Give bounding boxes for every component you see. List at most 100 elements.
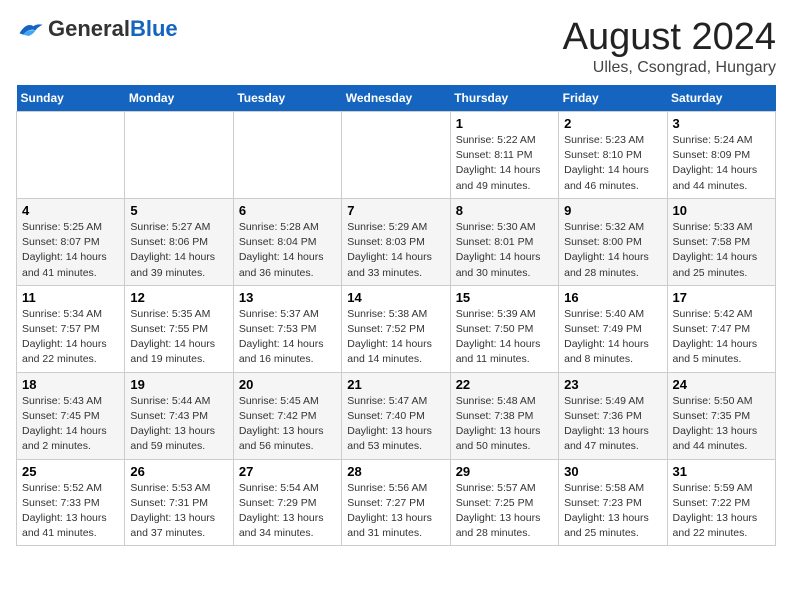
day-info: Sunrise: 5:25 AM Sunset: 8:07 PM Dayligh… bbox=[22, 220, 119, 281]
table-row: 19Sunrise: 5:44 AM Sunset: 7:43 PM Dayli… bbox=[125, 372, 233, 459]
table-row: 27Sunrise: 5:54 AM Sunset: 7:29 PM Dayli… bbox=[233, 459, 341, 546]
day-number: 30 bbox=[564, 464, 661, 479]
day-number: 13 bbox=[239, 290, 336, 305]
day-number: 5 bbox=[130, 203, 227, 218]
calendar-week-row: 18 Sunrise: 5:43 AM Sunset: 7:45 PM Dayli… bbox=[17, 372, 776, 459]
day-info: Sunrise: 5:43 AM Sunset: 7:45 PM Dayligh… bbox=[22, 394, 119, 455]
table-row: 21 Sunrise: 5:47 AM Sunset: 7:40 PM Dayli… bbox=[342, 372, 450, 459]
day-number: 25 bbox=[22, 464, 119, 479]
day-number: 26 bbox=[130, 464, 227, 479]
day-number: 2 bbox=[564, 116, 661, 131]
table-row: 13 Sunrise: 5:37 AM Sunset: 7:53 PM Dayli… bbox=[233, 285, 341, 372]
day-info: Sunrise: 5:44 AM Sunset: 7:43 PM Dayligh… bbox=[130, 394, 227, 455]
table-row: 4 Sunrise: 5:25 AM Sunset: 8:07 PM Daylig… bbox=[17, 198, 125, 285]
day-info: Sunrise: 5:35 AM Sunset: 7:55 PM Dayligh… bbox=[130, 307, 227, 368]
table-row: 23 Sunrise: 5:49 AM Sunset: 7:36 PM Dayli… bbox=[559, 372, 667, 459]
page-title: August 2024 bbox=[563, 16, 776, 59]
col-monday: Monday bbox=[125, 85, 233, 112]
table-row bbox=[125, 112, 233, 199]
col-tuesday: Tuesday bbox=[233, 85, 341, 112]
day-info: Sunrise: 5:39 AM Sunset: 7:50 PM Dayligh… bbox=[456, 307, 553, 368]
day-info: Sunrise: 5:28 AM Sunset: 8:04 PM Dayligh… bbox=[239, 220, 336, 281]
day-info: Sunrise: 5:23 AM Sunset: 8:10 PM Dayligh… bbox=[564, 133, 661, 194]
day-number: 8 bbox=[456, 203, 553, 218]
day-number: 31 bbox=[673, 464, 770, 479]
day-number: 14 bbox=[347, 290, 444, 305]
table-row: 3Sunrise: 5:24 AM Sunset: 8:09 PM Daylig… bbox=[667, 112, 775, 199]
day-info: Sunrise: 5:24 AM Sunset: 8:09 PM Dayligh… bbox=[673, 133, 770, 194]
table-row: 18 Sunrise: 5:43 AM Sunset: 7:45 PM Dayli… bbox=[17, 372, 125, 459]
table-row: 5 Sunrise: 5:27 AM Sunset: 8:06 PM Daylig… bbox=[125, 198, 233, 285]
day-number: 24 bbox=[673, 377, 770, 392]
day-number: 9 bbox=[564, 203, 661, 218]
day-info: Sunrise: 5:37 AM Sunset: 7:53 PM Dayligh… bbox=[239, 307, 336, 368]
day-info: Sunrise: 5:29 AM Sunset: 8:03 PM Dayligh… bbox=[347, 220, 444, 281]
col-friday: Friday bbox=[559, 85, 667, 112]
calendar-week-row: 1 Sunrise: 5:22 AM Sunset: 8:11 PM Daylig… bbox=[17, 112, 776, 199]
table-row: 14 Sunrise: 5:38 AM Sunset: 7:52 PM Dayli… bbox=[342, 285, 450, 372]
table-row: 24 Sunrise: 5:50 AM Sunset: 7:35 PM Dayli… bbox=[667, 372, 775, 459]
day-info: Sunrise: 5:34 AM Sunset: 7:57 PM Dayligh… bbox=[22, 307, 119, 368]
day-number: 18 bbox=[22, 377, 119, 392]
day-info: Sunrise: 5:40 AM Sunset: 7:49 PM Dayligh… bbox=[564, 307, 661, 368]
day-number: 10 bbox=[673, 203, 770, 218]
day-number: 12 bbox=[130, 290, 227, 305]
logo-text: GeneralBlue bbox=[48, 16, 178, 42]
table-row: 11 Sunrise: 5:34 AM Sunset: 7:57 PM Dayli… bbox=[17, 285, 125, 372]
table-row: 30 Sunrise: 5:58 AM Sunset: 7:23 PM Dayli… bbox=[559, 459, 667, 546]
day-info: Sunrise: 5:52 AM Sunset: 7:33 PM Dayligh… bbox=[22, 481, 119, 542]
calendar-week-row: 25 Sunrise: 5:52 AM Sunset: 7:33 PM Dayli… bbox=[17, 459, 776, 546]
table-row: 26 Sunrise: 5:53 AM Sunset: 7:31 PM Dayli… bbox=[125, 459, 233, 546]
table-row: 15 Sunrise: 5:39 AM Sunset: 7:50 PM Dayli… bbox=[450, 285, 558, 372]
day-number: 20 bbox=[239, 377, 336, 392]
day-number: 4 bbox=[22, 203, 119, 218]
col-saturday: Saturday bbox=[667, 85, 775, 112]
day-info: Sunrise: 5:33 AM Sunset: 7:58 PM Dayligh… bbox=[673, 220, 770, 281]
day-number: 1 bbox=[456, 116, 553, 131]
table-row: 1 Sunrise: 5:22 AM Sunset: 8:11 PM Daylig… bbox=[450, 112, 558, 199]
title-area: August 2024 Ulles, Csongrad, Hungary bbox=[563, 16, 776, 77]
col-thursday: Thursday bbox=[450, 85, 558, 112]
day-info: Sunrise: 5:45 AM Sunset: 7:42 PM Dayligh… bbox=[239, 394, 336, 455]
day-info: Sunrise: 5:50 AM Sunset: 7:35 PM Dayligh… bbox=[673, 394, 770, 455]
day-info: Sunrise: 5:30 AM Sunset: 8:01 PM Dayligh… bbox=[456, 220, 553, 281]
logo: GeneralBlue bbox=[16, 16, 178, 42]
day-info: Sunrise: 5:32 AM Sunset: 8:00 PM Dayligh… bbox=[564, 220, 661, 281]
table-row: 25 Sunrise: 5:52 AM Sunset: 7:33 PM Dayli… bbox=[17, 459, 125, 546]
day-info: Sunrise: 5:49 AM Sunset: 7:36 PM Dayligh… bbox=[564, 394, 661, 455]
table-row: 28Sunrise: 5:56 AM Sunset: 7:27 PM Dayli… bbox=[342, 459, 450, 546]
day-info: Sunrise: 5:59 AM Sunset: 7:22 PM Dayligh… bbox=[673, 481, 770, 542]
day-info: Sunrise: 5:58 AM Sunset: 7:23 PM Dayligh… bbox=[564, 481, 661, 542]
day-info: Sunrise: 5:47 AM Sunset: 7:40 PM Dayligh… bbox=[347, 394, 444, 455]
day-number: 15 bbox=[456, 290, 553, 305]
table-row: 29Sunrise: 5:57 AM Sunset: 7:25 PM Dayli… bbox=[450, 459, 558, 546]
day-number: 23 bbox=[564, 377, 661, 392]
table-row: 9 Sunrise: 5:32 AM Sunset: 8:00 PM Daylig… bbox=[559, 198, 667, 285]
day-info: Sunrise: 5:27 AM Sunset: 8:06 PM Dayligh… bbox=[130, 220, 227, 281]
day-info: Sunrise: 5:54 AM Sunset: 7:29 PM Dayligh… bbox=[239, 481, 336, 542]
day-number: 16 bbox=[564, 290, 661, 305]
table-row: 20 Sunrise: 5:45 AM Sunset: 7:42 PM Dayli… bbox=[233, 372, 341, 459]
col-wednesday: Wednesday bbox=[342, 85, 450, 112]
day-number: 7 bbox=[347, 203, 444, 218]
day-info: Sunrise: 5:53 AM Sunset: 7:31 PM Dayligh… bbox=[130, 481, 227, 542]
table-row: 22Sunrise: 5:48 AM Sunset: 7:38 PM Dayli… bbox=[450, 372, 558, 459]
table-row: 16 Sunrise: 5:40 AM Sunset: 7:49 PM Dayli… bbox=[559, 285, 667, 372]
day-info: Sunrise: 5:57 AM Sunset: 7:25 PM Dayligh… bbox=[456, 481, 553, 542]
day-number: 17 bbox=[673, 290, 770, 305]
day-info: Sunrise: 5:42 AM Sunset: 7:47 PM Dayligh… bbox=[673, 307, 770, 368]
table-row: 6 Sunrise: 5:28 AM Sunset: 8:04 PM Daylig… bbox=[233, 198, 341, 285]
day-info: Sunrise: 5:48 AM Sunset: 7:38 PM Dayligh… bbox=[456, 394, 553, 455]
day-number: 21 bbox=[347, 377, 444, 392]
calendar-header-row: Sunday Monday Tuesday Wednesday Thursday… bbox=[17, 85, 776, 112]
day-number: 6 bbox=[239, 203, 336, 218]
table-row bbox=[233, 112, 341, 199]
calendar-week-row: 11 Sunrise: 5:34 AM Sunset: 7:57 PM Dayli… bbox=[17, 285, 776, 372]
day-info: Sunrise: 5:38 AM Sunset: 7:52 PM Dayligh… bbox=[347, 307, 444, 368]
table-row bbox=[17, 112, 125, 199]
table-row: 31 Sunrise: 5:59 AM Sunset: 7:22 PM Dayli… bbox=[667, 459, 775, 546]
table-row: 10 Sunrise: 5:33 AM Sunset: 7:58 PM Dayli… bbox=[667, 198, 775, 285]
day-info: Sunrise: 5:22 AM Sunset: 8:11 PM Dayligh… bbox=[456, 133, 553, 194]
table-row bbox=[342, 112, 450, 199]
day-number: 11 bbox=[22, 290, 119, 305]
